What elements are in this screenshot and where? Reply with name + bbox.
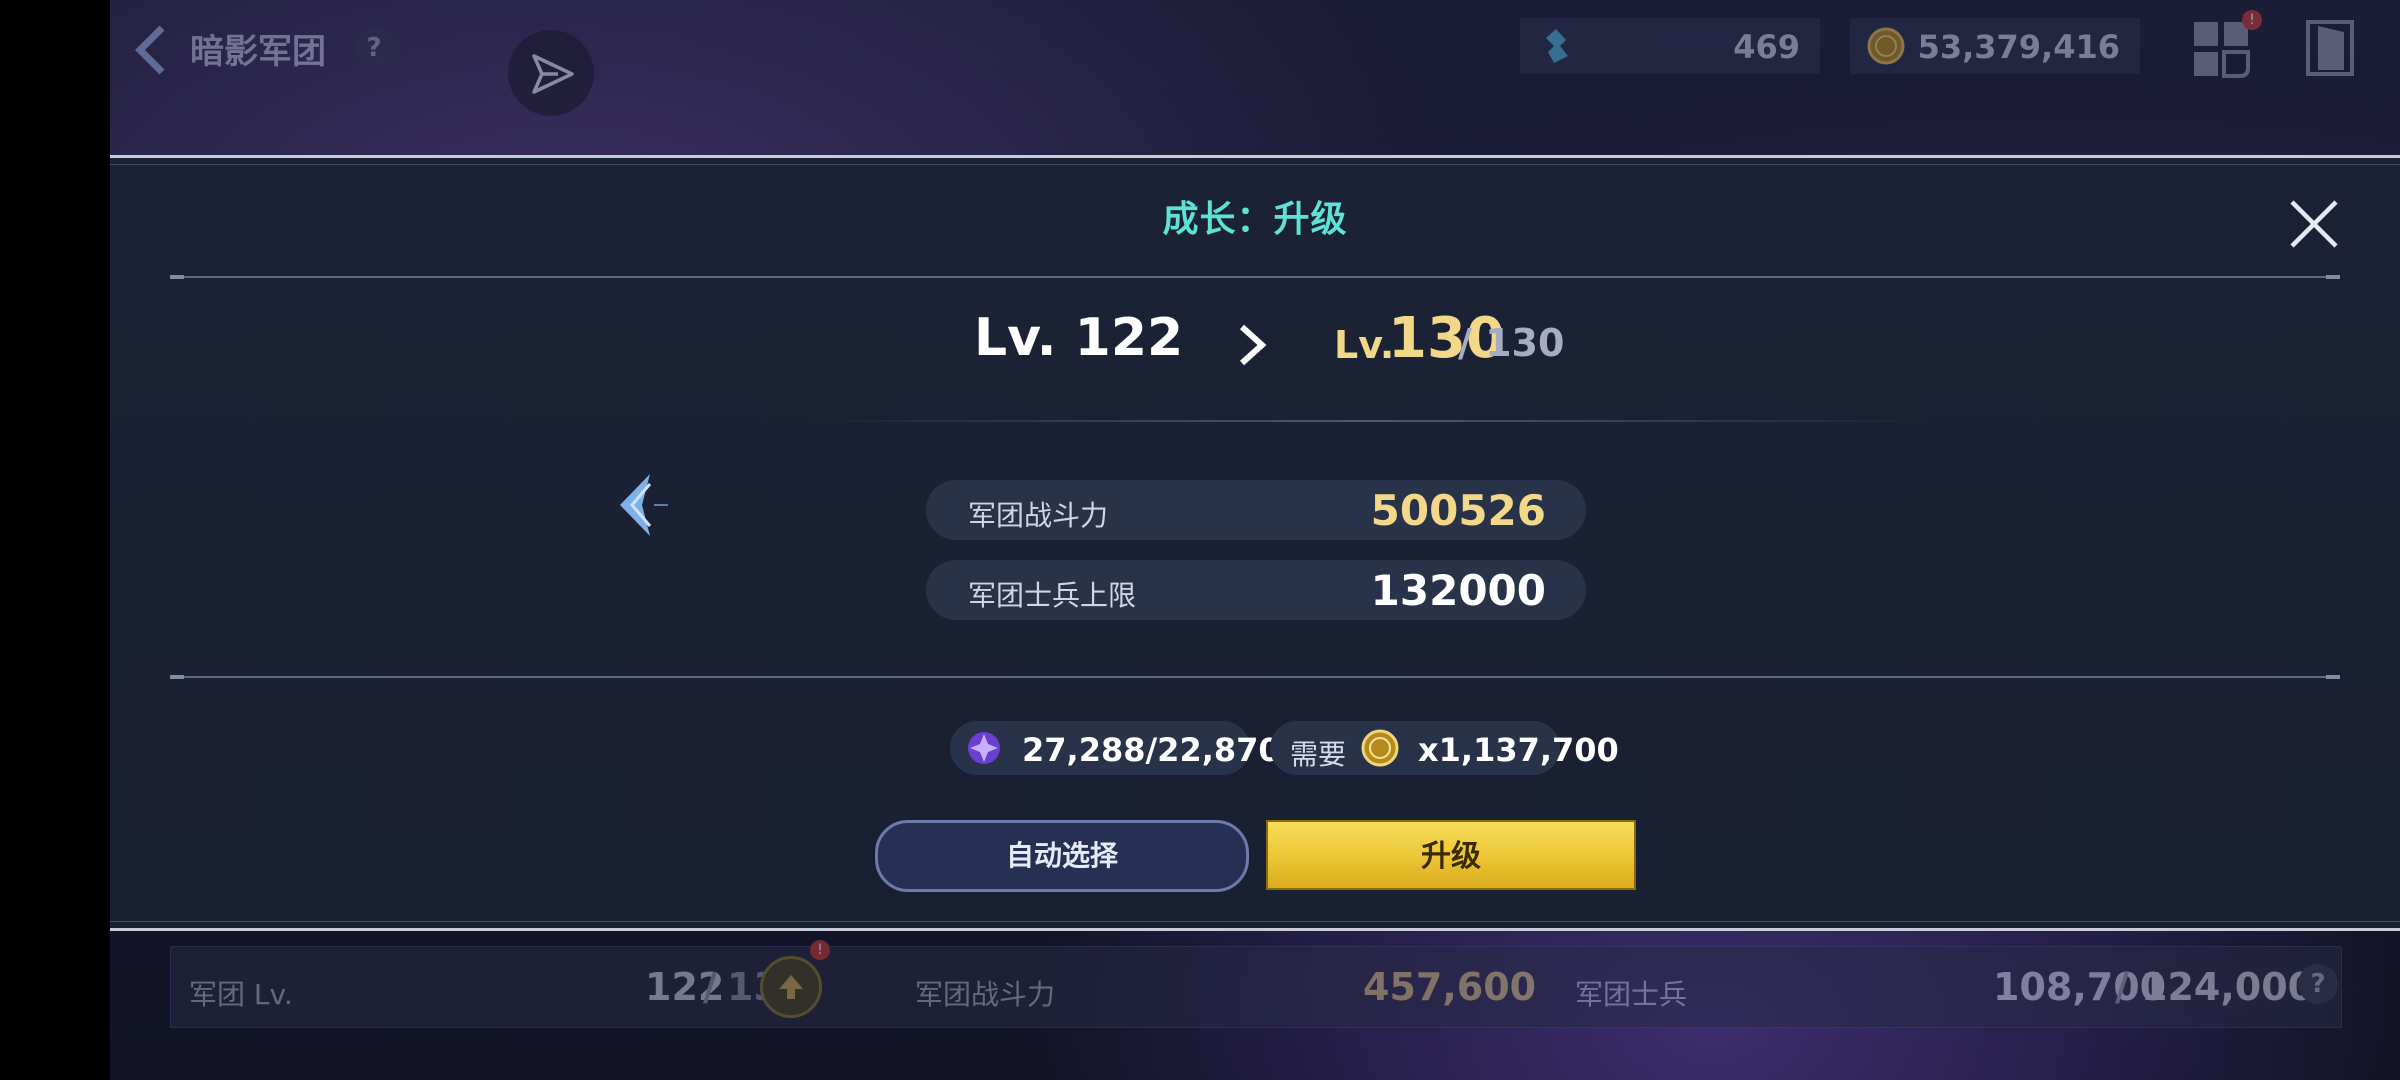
back-arrow-icon <box>135 25 165 75</box>
auto-select-button[interactable]: 自动选择 <box>875 820 1249 892</box>
exit-door-icon[interactable] <box>2304 18 2356 78</box>
resource-gold[interactable]: 53,379,416 <box>1850 18 2140 74</box>
modal-title: 成长：升级 <box>1162 199 1348 240</box>
legion-power-label: 军团战斗力 <box>915 978 1056 1011</box>
section-divider-bottom <box>170 675 2340 679</box>
send-icon <box>532 54 574 94</box>
purple-essence-icon <box>968 732 1000 764</box>
close-icon <box>2290 200 2338 248</box>
next-level-prefix: Lv. <box>1334 323 1395 367</box>
stat-value-soldier-cap: 132000 <box>1370 566 1546 615</box>
max-level: / 130 <box>1458 321 1565 365</box>
notification-badge: ! <box>2242 10 2262 30</box>
energy-crystal-icon <box>1546 29 1568 63</box>
soldiers-help-button[interactable]: ? <box>2298 964 2338 1004</box>
section-divider-top <box>170 275 2340 279</box>
level-underline <box>810 420 1930 422</box>
help-button[interactable]: ? <box>354 28 394 68</box>
back-button[interactable] <box>132 22 172 78</box>
legion-level-sep: / <box>703 965 717 1009</box>
top-bar: 暗影军团 ? 469 53,379,416 ! <box>110 0 2400 150</box>
legion-status-panel: 军团 Lv. 122 / 130 军团战斗力 457,600 军团士兵 108,… <box>170 946 2342 1028</box>
gold-coin-icon <box>1867 27 1905 65</box>
chevron-right-icon <box>1239 324 1267 366</box>
resource-gold-value: 53,379,416 <box>1917 28 2120 66</box>
menu-grid-icon[interactable] <box>2192 20 2250 78</box>
share-button[interactable] <box>508 30 594 116</box>
stat-label-soldier-cap: 军团士兵上限 <box>968 579 1137 612</box>
modal-bottom-rule <box>110 921 2400 922</box>
resource-energy[interactable]: 469 <box>1520 18 1820 74</box>
bottom-status-bar: 军团 Lv. 122 / 130 军团战斗力 457,600 军团士兵 108,… <box>110 930 2400 1080</box>
modal-top-rule <box>110 164 2400 165</box>
arrow-up-icon <box>779 975 803 999</box>
level-up-badge: ! <box>810 940 830 960</box>
resource-energy-value: 469 <box>1733 28 1800 66</box>
stat-row-soldier-cap: 军团士兵上限 132000 <box>926 560 1586 620</box>
upgrade-button-label: 升级 <box>1421 839 1481 874</box>
legion-level-label: 军团 Lv. <box>189 978 293 1011</box>
page-title: 暗影军团 <box>190 32 326 72</box>
stat-label-legion-power: 军团战斗力 <box>968 499 1109 532</box>
current-level: Lv. 122 <box>974 308 1184 368</box>
close-button[interactable] <box>2286 196 2342 252</box>
material-amount: 27,288/22,870 <box>1022 731 1281 769</box>
coin-cost: 需要 x1,137,700 <box>1270 721 1619 775</box>
upgrade-modal: 成长：升级 Lv. 122 Lv. 130 / 130 军团战斗力 500526… <box>110 155 2400 931</box>
legion-soldiers-label: 军团士兵 <box>1575 978 1688 1011</box>
legion-soldiers-max: 124,000 <box>2141 965 2315 1009</box>
stat-row-legion-power: 军团战斗力 500526 <box>926 480 1586 540</box>
gold-coin-icon <box>1361 729 1399 767</box>
legion-power-value: 457,600 <box>1363 965 1537 1009</box>
level-up-shortcut-button[interactable] <box>760 956 822 1018</box>
coin-amount: x1,137,700 <box>1418 731 1619 769</box>
previous-arrow-icon[interactable] <box>610 470 676 540</box>
need-label: 需要 <box>1290 738 1347 771</box>
stat-value-legion-power: 500526 <box>1370 486 1546 535</box>
legion-soldiers-sep: / <box>2115 965 2129 1009</box>
upgrade-button[interactable]: 升级 <box>1266 820 1636 890</box>
screen: 暗影军团 ? 469 53,379,416 ! 军团 Lv. 122 / 军团战… <box>0 0 2400 1080</box>
material-cost: 27,288/22,870 <box>950 721 1281 775</box>
game-view: 暗影军团 ? 469 53,379,416 ! 军团 Lv. 122 / 军团战… <box>110 0 2400 1080</box>
